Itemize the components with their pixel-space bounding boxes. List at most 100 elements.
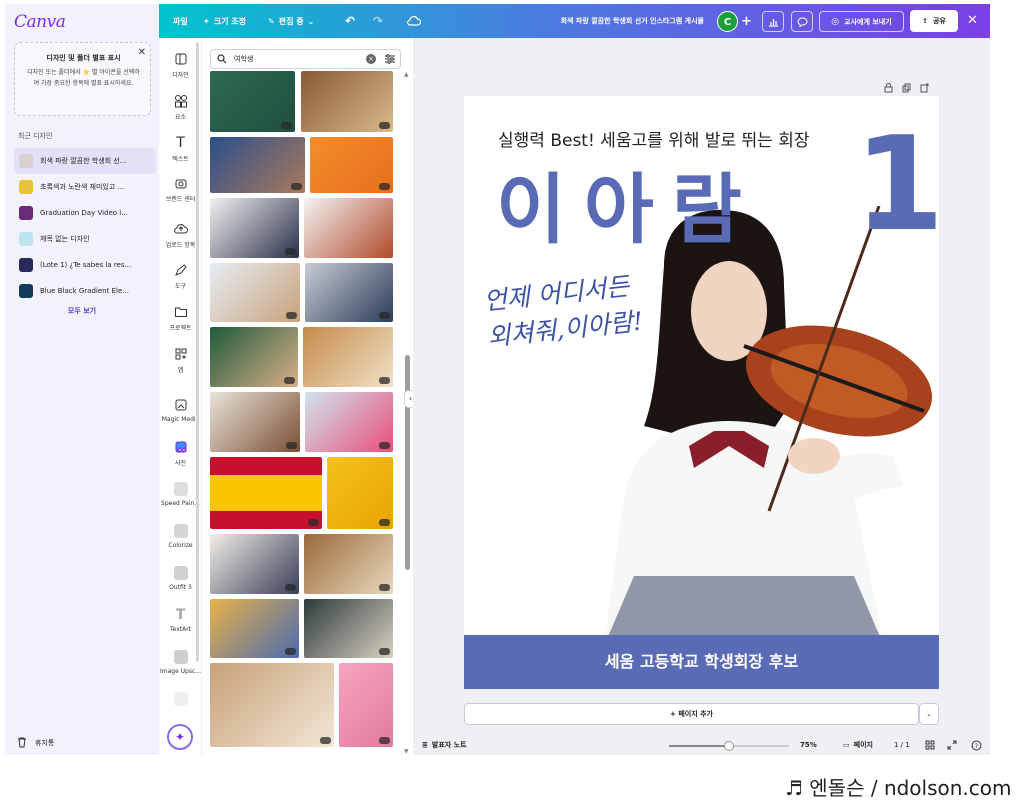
presenter-notes-button[interactable]: ≣ 발표자 노트: [422, 740, 467, 750]
add-collaborator-icon[interactable]: +: [741, 4, 752, 38]
rail-item-label: 요소: [174, 114, 187, 121]
photo-thumbnail[interactable]: [210, 599, 299, 658]
recent-item[interactable]: (Lote 1) ¿Te sabes la res...: [14, 252, 156, 278]
sparkle-icon: ✦: [174, 730, 186, 744]
recent-item-label: (Lote 1) ¿Te sabes la res...: [40, 261, 132, 269]
add-page-button[interactable]: + 페이지 추가: [464, 703, 919, 725]
recent-thumb: [19, 180, 33, 194]
design-page[interactable]: 실행력 Best! 세움고를 위해 발로 뛰는 회장 이아람 1 언제 어디서든…: [464, 96, 939, 689]
photo-thumbnail[interactable]: [210, 457, 322, 529]
trash-icon: [18, 737, 26, 748]
undo-icon[interactable]: ↶: [345, 4, 355, 38]
search-input[interactable]: 여학생: [234, 54, 253, 64]
trash-label: 휴지통: [35, 738, 55, 747]
recent-item-label: Blue Black Gradient Ele...: [40, 287, 129, 295]
pro-badge-icon: [379, 312, 390, 319]
photos-panel: 여학생 ×: [203, 38, 413, 755]
duplicate-icon[interactable]: [902, 78, 911, 97]
fullscreen-icon[interactable]: [947, 740, 957, 752]
pro-badge-icon: [286, 312, 297, 319]
pro-badge-icon: [308, 519, 319, 526]
photo-thumbnail[interactable]: [210, 263, 300, 322]
photo-thumbnail[interactable]: [305, 263, 393, 322]
pro-badge-icon: [379, 442, 390, 449]
recent-item[interactable]: Graduation Day Video i...: [14, 200, 156, 226]
panel-scrollbar[interactable]: [405, 355, 410, 570]
recent-thumb: [19, 284, 33, 298]
home-sidebar: Canva ✕ 디자인 및 폴더 별표 표시 디자인 또는 폴더에서 ⭐ 별 아…: [5, 4, 159, 755]
zoom-value[interactable]: 75%: [800, 741, 817, 749]
poster-candidate-number[interactable]: 1: [854, 108, 939, 260]
sparkle-icon: ✦: [203, 16, 210, 26]
see-all-link[interactable]: 모두 보기: [5, 306, 159, 316]
trash-button[interactable]: 휴지통: [17, 737, 54, 748]
watermark: ♬ 엔돌슨 / ndolson.com: [785, 776, 1012, 800]
magic-assistant-button[interactable]: ✦: [167, 724, 193, 750]
brand-icon: [174, 176, 188, 190]
close-icon[interactable]: ✕: [967, 4, 978, 38]
send-to-teacher-button[interactable]: ◎ 교사에게 보내기: [819, 11, 904, 32]
filter-icon[interactable]: [384, 53, 396, 67]
grid-view-icon[interactable]: [925, 740, 935, 752]
photo-thumbnail[interactable]: [339, 663, 393, 747]
add-page-dropdown[interactable]: ⌄: [919, 703, 939, 725]
tip-card: ✕ 디자인 및 폴더 별표 표시 디자인 또는 폴더에서 ⭐ 별 아이콘을 선택…: [14, 42, 151, 116]
rail-scrollbar[interactable]: [196, 42, 199, 662]
photo-thumbnail[interactable]: [327, 457, 393, 529]
analytics-button[interactable]: [762, 11, 784, 32]
search-field[interactable]: 여학생 ×: [210, 49, 401, 69]
photo-thumbnail[interactable]: [304, 198, 393, 258]
lock-icon[interactable]: [884, 78, 893, 97]
rail-item-label: 디자인: [172, 72, 189, 79]
resize-button[interactable]: ✦ 크기 조정: [203, 4, 246, 38]
add-page-icon[interactable]: [920, 78, 929, 97]
pages-icon: ▭: [843, 741, 850, 749]
comment-button[interactable]: [791, 11, 813, 32]
scroll-up-icon[interactable]: ▲: [404, 71, 409, 78]
share-label: 공유: [932, 17, 946, 25]
help-icon[interactable]: ?: [971, 740, 982, 753]
photo-thumbnail[interactable]: [210, 71, 295, 132]
photo-thumbnail[interactable]: [304, 599, 393, 658]
poster-footer-band[interactable]: 세움 고등학교 학생회장 후보: [464, 635, 939, 689]
speed-paint-icon: [173, 482, 188, 496]
zoom-slider[interactable]: [669, 741, 789, 751]
text-icon: T: [176, 135, 185, 151]
photo-thumbnail[interactable]: [210, 137, 305, 193]
recent-item[interactable]: 제목 없는 디자인: [14, 226, 156, 252]
cloud-save-icon[interactable]: [407, 4, 421, 38]
photo-thumbnail[interactable]: [305, 392, 393, 452]
photo-thumbnail[interactable]: [210, 198, 299, 258]
photo-thumbnail[interactable]: [303, 327, 393, 387]
rail-item-label: 도구: [174, 283, 187, 290]
tip-title: 디자인 및 폴더 별표 표시: [46, 54, 121, 62]
rail-item-label: 브랜드 센터: [165, 196, 196, 203]
photo-thumbnail[interactable]: [304, 534, 393, 594]
file-menu[interactable]: 파일: [173, 4, 188, 38]
editing-mode-button[interactable]: ✎ 편집 중 ⌄: [268, 4, 314, 38]
canva-editor: Canva ✕ 디자인 및 폴더 별표 표시 디자인 또는 폴더에서 ⭐ 별 아…: [0, 0, 1034, 811]
pro-badge-icon: [379, 377, 390, 384]
photo-thumbnail[interactable]: [310, 137, 393, 193]
recent-item[interactable]: 회색 파랑 깔끔한 학생회 선...: [14, 148, 156, 174]
rail-item-more[interactable]: [159, 692, 202, 710]
poster-candidate-name[interactable]: 이아람: [496, 148, 760, 258]
recent-item[interactable]: Blue Black Gradient Ele...: [14, 278, 156, 304]
photo-thumbnail[interactable]: [301, 71, 393, 132]
recent-thumb: [19, 154, 33, 168]
share-button[interactable]: ⇪ 공유: [910, 10, 958, 32]
canva-logo[interactable]: Canva: [14, 12, 66, 32]
photo-thumbnail[interactable]: [210, 327, 298, 387]
clear-search-icon[interactable]: ×: [366, 54, 376, 64]
recent-heading: 최근 디자인: [18, 132, 53, 140]
pages-button[interactable]: ▭ 페이지: [843, 740, 873, 750]
avatar[interactable]: C: [717, 11, 738, 32]
zoom-slider-handle[interactable]: [724, 741, 734, 751]
photo-thumbnail[interactable]: [210, 392, 300, 452]
photo-thumbnail[interactable]: [210, 663, 334, 747]
scroll-down-icon[interactable]: ▼: [404, 748, 409, 755]
redo-icon[interactable]: ↷: [373, 4, 383, 38]
document-title[interactable]: 회색 파랑 깔끔한 학생회 선거 인스타그램 게시물: [529, 4, 704, 38]
photo-thumbnail[interactable]: [210, 534, 299, 594]
recent-item[interactable]: 초록색과 노란색 재미있고 ...: [14, 174, 156, 200]
